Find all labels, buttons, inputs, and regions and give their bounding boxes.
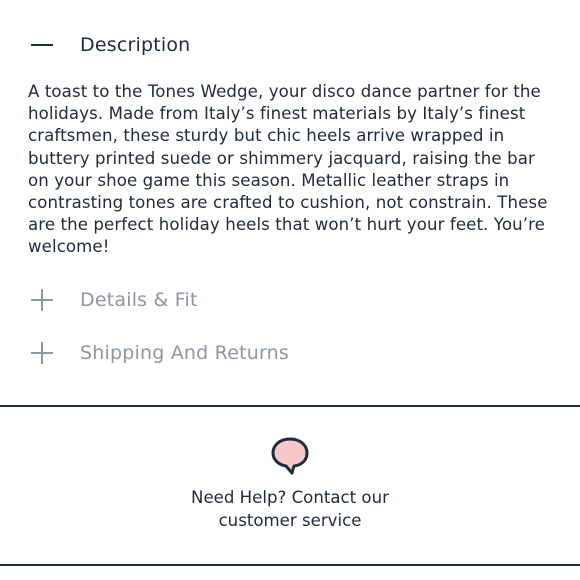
help-section: Need Help? Contact our customer service bbox=[0, 436, 580, 532]
description-body: A toast to the Tones Wedge, your disco d… bbox=[28, 82, 548, 257]
help-line-2[interactable]: customer service bbox=[219, 511, 362, 530]
description-title: Description bbox=[80, 34, 191, 56]
shipping-returns-header[interactable]: Shipping And Returns bbox=[28, 338, 289, 368]
details-fit-title: Details & Fit bbox=[80, 289, 198, 311]
chat-bubble-icon bbox=[271, 437, 309, 475]
details-fit-header[interactable]: Details & Fit bbox=[28, 285, 198, 315]
divider bbox=[0, 405, 580, 407]
plus-icon bbox=[28, 285, 58, 315]
divider bbox=[0, 564, 580, 566]
plus-icon bbox=[28, 338, 58, 368]
shipping-returns-title: Shipping And Returns bbox=[80, 342, 290, 364]
description-header[interactable]: Description bbox=[28, 30, 190, 60]
help-line-1[interactable]: Need Help? Contact our bbox=[191, 488, 389, 507]
minus-icon bbox=[28, 30, 58, 60]
contact-customer-service-link[interactable]: Need Help? Contact our customer service bbox=[0, 486, 580, 532]
